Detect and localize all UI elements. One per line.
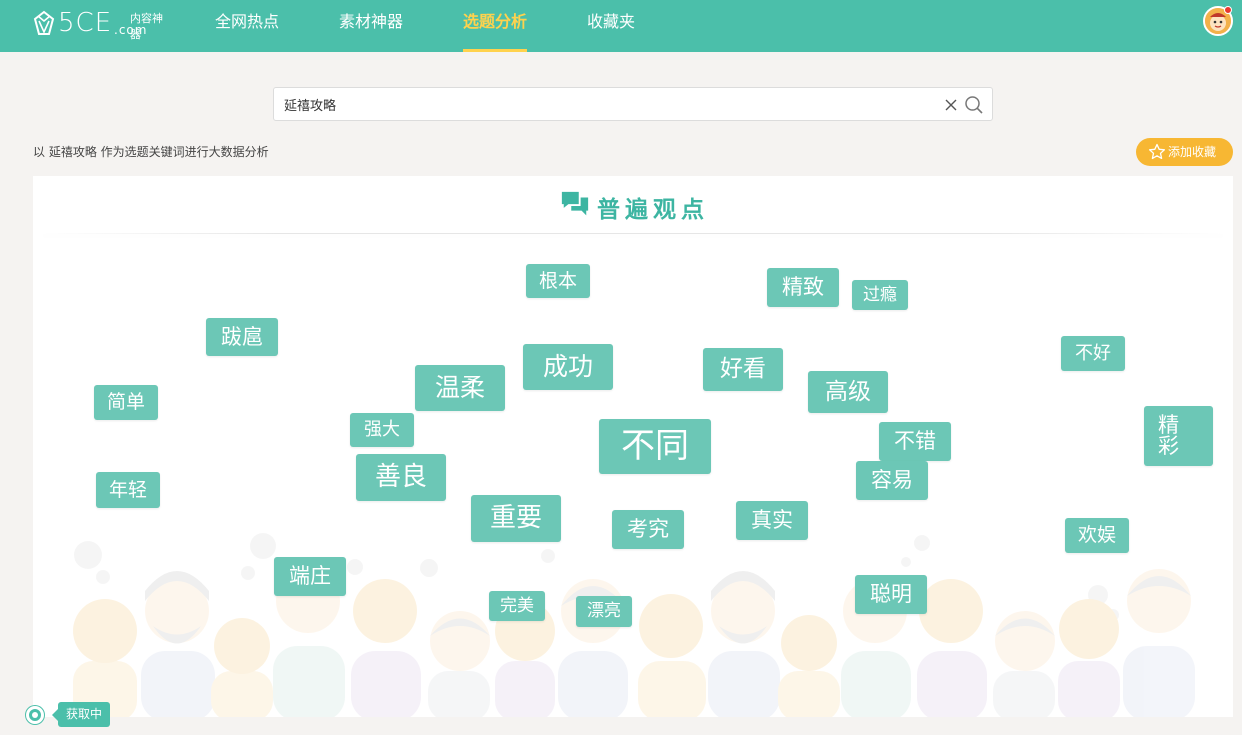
opinion-tag[interactable]: 好看 [703, 348, 783, 391]
site-logo[interactable]: 5CE 内容神器 .com [32, 8, 172, 42]
opinion-tag[interactable]: 欢娱 [1065, 518, 1129, 553]
opinion-tag[interactable]: 强大 [350, 413, 414, 447]
search-icon[interactable] [964, 95, 984, 115]
section-title: 普遍观点 [597, 197, 709, 223]
opinion-tag[interactable]: 不同 [599, 419, 711, 474]
search-input[interactable] [284, 88, 924, 120]
opinion-tag[interactable]: 年轻 [96, 472, 160, 508]
star-icon [1148, 143, 1166, 160]
section-divider [43, 233, 1223, 234]
opinion-tag[interactable]: 聪明 [855, 575, 927, 614]
add-favorite-label: 添加收藏 [1168, 145, 1217, 159]
analysis-description: 以 延禧攻略 作为选题关键词进行大数据分析 [33, 145, 269, 159]
opinion-tag[interactable]: 成功 [523, 344, 613, 390]
loading-indicator-icon [26, 706, 44, 724]
nav-item-trending[interactable]: 全网热点 [215, 0, 279, 52]
logo-mark-icon [33, 10, 55, 35]
top-navigation-bar: 5CE 内容神器 .com 全网热点 素材神器 选题分析 收藏夹 [0, 0, 1242, 52]
opinion-tag[interactable]: 容易 [856, 461, 928, 500]
clear-icon[interactable] [944, 98, 958, 112]
opinion-tag[interactable]: 温柔 [415, 365, 505, 411]
logo-text: 5CE [58, 8, 113, 38]
crowd-illustration [73, 533, 1195, 717]
opinion-tag[interactable]: 根本 [526, 264, 590, 298]
loading-label: 获取中 [51, 702, 111, 727]
opinion-tag[interactable]: 精致 [767, 268, 839, 307]
add-favorite-button[interactable]: 添加收藏 [1136, 138, 1233, 166]
nav-item-topic-analysis[interactable]: 选题分析 [463, 0, 528, 52]
opinion-tag[interactable]: 过瘾 [852, 280, 908, 310]
opinion-tag[interactable]: 完美 [489, 591, 545, 621]
opinion-tag[interactable]: 漂亮 [576, 596, 632, 627]
nav-item-favorites[interactable]: 收藏夹 [587, 0, 635, 52]
opinion-tag[interactable]: 跋扈 [206, 318, 278, 356]
nav-item-materials[interactable]: 素材神器 [339, 0, 403, 52]
notification-dot [1224, 6, 1232, 14]
opinion-tag[interactable]: 考究 [612, 510, 684, 549]
opinion-tag[interactable]: 善良 [356, 454, 446, 501]
opinion-tag-vertical[interactable]: 精彩 [1144, 406, 1213, 466]
opinion-tag[interactable]: 真实 [736, 501, 808, 540]
opinion-tag[interactable]: 不错 [879, 422, 951, 461]
opinion-tag[interactable]: 重要 [471, 495, 561, 542]
opinion-tag[interactable]: 简单 [94, 385, 158, 420]
opinion-card: 普遍观点 根本 精致 过瘾 跋扈 不好 简单 温柔 成功 好看 高级 强大 精彩… [33, 176, 1233, 717]
logo-com: .com [114, 23, 148, 37]
opinion-tag[interactable]: 高级 [808, 371, 888, 413]
opinion-tag[interactable]: 端庄 [274, 557, 346, 596]
chat-bubbles-icon [561, 191, 589, 216]
search-box [273, 87, 993, 121]
opinion-tag[interactable]: 不好 [1061, 336, 1125, 371]
